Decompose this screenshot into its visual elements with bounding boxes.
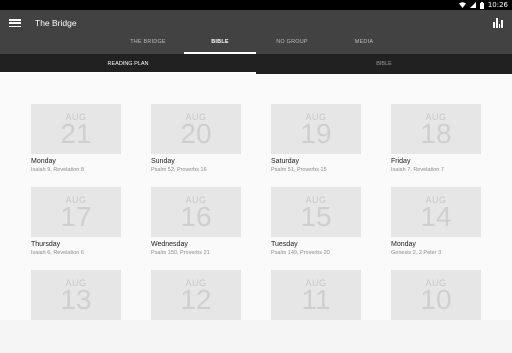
status-bar: 10:26	[0, 0, 512, 10]
reading-card[interactable]: AUG 14 Monday Genesis 2, 2 Peter 3	[391, 187, 481, 270]
date-tile: AUG 17	[31, 187, 121, 237]
date-day: 10	[420, 284, 452, 315]
date-tile: AUG 16	[151, 187, 241, 237]
date-day: 12	[180, 284, 212, 315]
reading-card[interactable]: AUG 18 Friday Isaiah 7, Revelation 7	[391, 104, 481, 187]
date-day: 18	[420, 118, 452, 149]
menu-icon[interactable]	[9, 17, 21, 29]
battery-icon	[479, 1, 484, 9]
date-tile: AUG 13	[31, 270, 121, 320]
date-day: 20	[180, 118, 212, 149]
reading-passage: Psalm 52, Proverbs 16	[151, 167, 207, 173]
date-day: 19	[300, 118, 332, 149]
wifi-icon	[458, 2, 466, 8]
reading-card[interactable]: AUG 10	[391, 270, 481, 353]
reading-card[interactable]: AUG 17 Thursday Isaiah 6, Revelation 6	[31, 187, 121, 270]
date-tile: AUG 21	[31, 104, 121, 154]
main-tabs: THE BRIDGE BIBLE NO GROUP MEDIA	[112, 30, 400, 54]
sub-tabs: READING PLAN BIBLE	[0, 54, 512, 74]
reading-passage: Psalm 149, Proverbs 20	[271, 250, 330, 256]
reading-weekday: Sunday	[151, 158, 175, 165]
reading-passage: Genesis 2, 2 Peter 3	[391, 250, 442, 256]
status-time: 10:26	[487, 1, 508, 9]
date-day: 14	[420, 201, 452, 232]
date-day: 13	[60, 284, 92, 315]
reading-card[interactable]: AUG 13	[31, 270, 121, 353]
date-tile: AUG 12	[151, 270, 241, 320]
reading-passage: Psalm 150, Proverbs 21	[151, 250, 210, 256]
date-tile: AUG 19	[271, 104, 361, 154]
status-icons: 10:26	[458, 0, 508, 10]
reading-card[interactable]: AUG 20 Sunday Psalm 52, Proverbs 16	[151, 104, 241, 187]
reading-weekday: Monday	[31, 158, 56, 165]
reading-weekday: Tuesday	[271, 241, 298, 248]
date-tile: AUG 14	[391, 187, 481, 237]
reading-card[interactable]: AUG 12	[151, 270, 241, 353]
tab-bible-text[interactable]: BIBLE	[256, 54, 512, 74]
reading-weekday: Monday	[391, 241, 416, 248]
date-tile: AUG 11	[271, 270, 361, 320]
reading-grid: AUG 21 Monday Isaiah 9, Revelation 8 AUG…	[31, 104, 481, 353]
reading-weekday: Friday	[391, 158, 411, 165]
tab-no-group[interactable]: NO GROUP	[256, 30, 328, 54]
tab-media[interactable]: MEDIA	[328, 30, 400, 54]
date-day: 21	[60, 118, 92, 149]
reading-card[interactable]: AUG 16 Wednesday Psalm 150, Proverbs 21	[151, 187, 241, 270]
reading-weekday: Thursday	[31, 241, 61, 248]
reading-card[interactable]: AUG 15 Tuesday Psalm 149, Proverbs 20	[271, 187, 361, 270]
reading-card[interactable]: AUG 21 Monday Isaiah 9, Revelation 8	[31, 104, 121, 187]
date-day: 16	[180, 201, 212, 232]
date-tile: AUG 10	[391, 270, 481, 320]
tab-reading-plan[interactable]: READING PLAN	[0, 54, 256, 74]
date-day: 17	[60, 201, 92, 232]
date-tile: AUG 20	[151, 104, 241, 154]
reading-passage: Psalm 51, Proverbs 15	[271, 167, 327, 173]
reading-passage: Isaiah 7, Revelation 7	[391, 167, 444, 173]
bar-chart-icon[interactable]	[493, 18, 503, 28]
reading-weekday: Saturday	[271, 158, 300, 165]
reading-card[interactable]: AUG 19 Saturday Psalm 51, Proverbs 15	[271, 104, 361, 187]
signal-icon	[469, 2, 476, 8]
reading-card[interactable]: AUG 11	[271, 270, 361, 353]
date-day: 11	[301, 284, 331, 315]
date-day: 15	[300, 201, 332, 232]
date-tile: AUG 18	[391, 104, 481, 154]
reading-weekday: Wednesday	[151, 241, 188, 248]
tab-the-bridge[interactable]: THE BRIDGE	[112, 30, 184, 54]
tab-bible[interactable]: BIBLE	[184, 30, 256, 54]
date-tile: AUG 15	[271, 187, 361, 237]
reading-passage: Isaiah 6, Revelation 6	[31, 250, 84, 256]
app-title: The Bridge	[35, 18, 77, 28]
reading-plan-list: AUG 21 Monday Isaiah 9, Revelation 8 AUG…	[0, 74, 512, 320]
reading-passage: Isaiah 9, Revelation 8	[31, 167, 84, 173]
